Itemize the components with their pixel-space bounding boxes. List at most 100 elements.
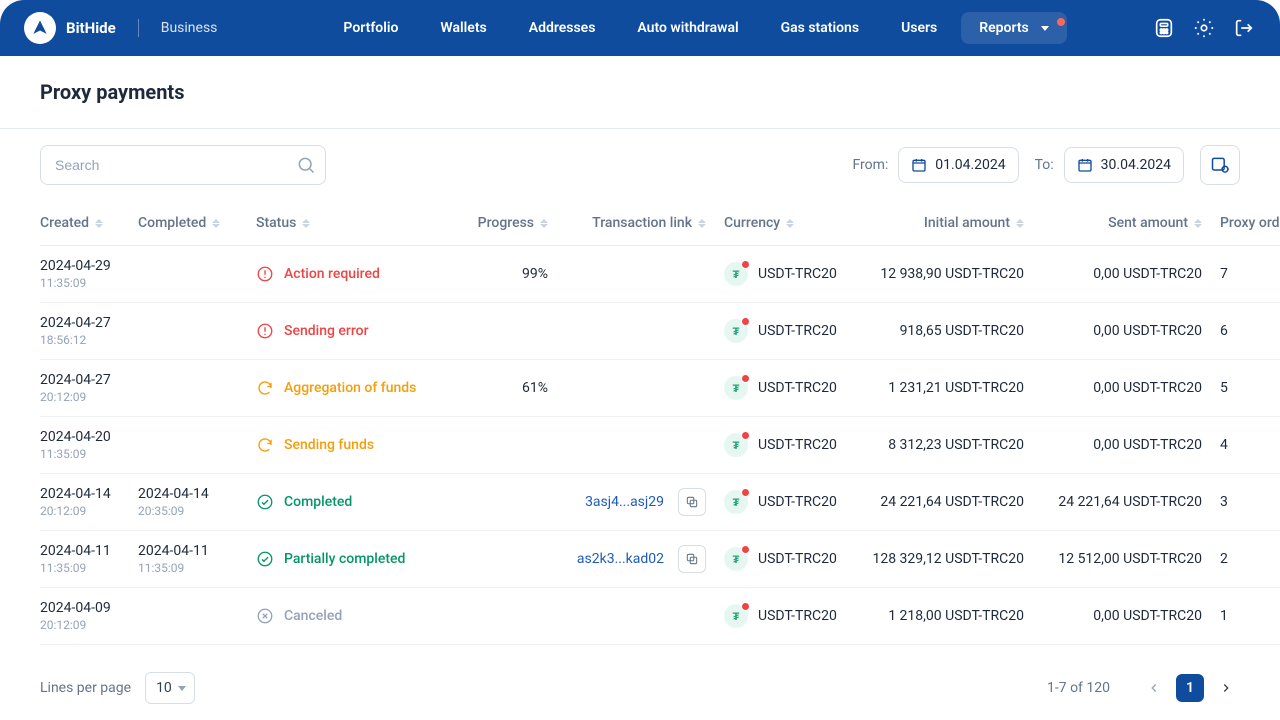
sent-amount: 0,00 USDT-TRC20 [1093, 266, 1202, 282]
status-icon [256, 550, 274, 568]
next-page-button[interactable] [1212, 674, 1240, 702]
nav-item-label: Portfolio [343, 20, 398, 36]
chevron-down-icon [178, 686, 186, 691]
copy-button[interactable] [678, 488, 706, 516]
col-currency[interactable]: Currency [724, 203, 870, 246]
currency-cell: ₮ USDT-TRC20 [724, 319, 862, 343]
nav-item-addresses[interactable]: Addresses [511, 12, 614, 44]
currency-cell: ₮ USDT-TRC20 [724, 433, 862, 457]
usdt-coin-icon: ₮ [724, 319, 748, 343]
table-row[interactable]: 2024-04-2011:35:09Sending funds₮USDT-TRC… [40, 417, 1280, 474]
settings-icon[interactable] [1192, 16, 1216, 40]
nav-item-portfolio[interactable]: Portfolio [325, 12, 416, 44]
proxy-order: 3 [1220, 494, 1228, 510]
date-to-value: 30.04.2024 [1101, 157, 1171, 173]
nav-item-gas-stations[interactable]: Gas stations [763, 12, 877, 44]
proxy-order: 7 [1220, 266, 1228, 282]
nav-item-wallets[interactable]: Wallets [422, 12, 504, 44]
progress-value: 61% [522, 380, 548, 396]
currency-cell: ₮USDT-TRC20 [724, 262, 862, 286]
search-field[interactable] [40, 145, 326, 185]
created-date: 2024-04-27 [40, 372, 130, 388]
lines-per-page-select[interactable]: 10 [145, 672, 195, 704]
date-from-field[interactable]: 01.04.2024 [898, 147, 1018, 183]
page-title: Proxy payments [40, 80, 1240, 104]
status-cell: Completed [256, 493, 434, 511]
usdt-coin-icon: ₮ [724, 547, 748, 571]
status-label: Canceled [284, 608, 342, 624]
sent-amount: 0,00 USDT-TRC20 [1093, 323, 1202, 339]
status-cell: Sending error [256, 322, 434, 340]
created-time: 11:35:09 [40, 276, 130, 290]
table-row[interactable]: 2024-04-1420:12:092024-04-1420:35:09Comp… [40, 474, 1280, 531]
initial-amount: 918,65 USDT-TRC20 [900, 323, 1024, 339]
transaction-link[interactable]: as2k3...kad02 [577, 551, 664, 567]
proxy-order: 6 [1220, 323, 1228, 339]
table-row[interactable]: 2024-04-0920:12:09Canceled₮USDT-TRC201 2… [40, 588, 1280, 645]
status-cell: Partially completed [256, 550, 434, 568]
nav-item-users[interactable]: Users [883, 12, 955, 44]
initial-amount: 1 231,21 USDT-TRC20 [888, 380, 1024, 396]
status-icon [256, 379, 274, 397]
nav-item-label: Auto withdrawal [637, 20, 738, 36]
created-date: 2024-04-14 [40, 486, 130, 502]
date-from-value: 01.04.2024 [935, 157, 1005, 173]
nav-item-label: Gas stations [781, 20, 859, 36]
col-proxy[interactable]: Proxy order [1220, 203, 1280, 246]
lines-per-page-label: Lines per page [40, 680, 131, 696]
status-icon [256, 322, 274, 340]
currency-label: USDT-TRC20 [758, 323, 837, 339]
calculator-icon[interactable] [1152, 16, 1176, 40]
table-row[interactable]: 2024-04-2911:35:09Action required99%₮USD… [40, 246, 1280, 303]
created-time: 11:35:09 [40, 561, 130, 575]
search-input[interactable] [40, 145, 326, 185]
table-settings-button[interactable] [1200, 145, 1240, 185]
created-date: 2024-04-29 [40, 258, 130, 274]
col-progress[interactable]: Progress [442, 203, 566, 246]
col-txlink[interactable]: Transaction link [566, 203, 724, 246]
col-created[interactable]: Created [40, 203, 138, 246]
col-completed[interactable]: Completed [138, 203, 256, 246]
nav-item-auto-withdrawal[interactable]: Auto withdrawal [619, 12, 756, 44]
date-to-field[interactable]: 30.04.2024 [1064, 147, 1184, 183]
created-time: 18:56:12 [40, 333, 130, 347]
payments-table: Created Completed Status Progress Transa… [40, 203, 1280, 645]
prev-page-button[interactable] [1140, 674, 1168, 702]
main-nav: Portfolio WalletsAddresses Auto withdrawal… [325, 12, 1066, 44]
currency-label: USDT-TRC20 [758, 266, 837, 282]
usdt-coin-icon: ₮ [724, 490, 748, 514]
brand-name: BitHide [66, 19, 116, 37]
copy-button[interactable] [678, 545, 706, 573]
initial-amount: 1 218,00 USDT-TRC20 [888, 608, 1024, 624]
sent-amount: 0,00 USDT-TRC20 [1093, 380, 1202, 396]
initial-amount: 12 938,90 USDT-TRC20 [880, 266, 1024, 282]
currency-cell: ₮USDT-TRC20 [724, 490, 862, 514]
completed-date: 2024-04-14 [138, 486, 248, 502]
page-1-button[interactable]: 1 [1176, 674, 1204, 702]
chevron-down-icon [1041, 26, 1049, 31]
col-sent[interactable]: Sent amount [1042, 203, 1220, 246]
logout-icon[interactable] [1232, 16, 1256, 40]
usdt-coin-icon: ₮ [724, 433, 748, 457]
currency-cell: ₮USDT-TRC20 [724, 604, 862, 628]
transaction-link[interactable]: 3asj4...asj29 [585, 494, 664, 510]
brand[interactable]: BitHide Business [24, 12, 217, 44]
initial-amount: 24 221,64 USDT-TRC20 [880, 494, 1024, 510]
currency-label: USDT-TRC20 [758, 551, 837, 567]
proxy-order: 4 [1220, 437, 1228, 453]
col-initial[interactable]: Initial amount [870, 203, 1042, 246]
table-row[interactable]: 2024-04-2720:12:09Aggregation of funds61… [40, 360, 1280, 417]
table-row[interactable]: 2024-04-2718:56:12Sending error₮USDT-TRC… [40, 303, 1280, 360]
from-label: From: [852, 157, 888, 173]
to-label: To: [1035, 157, 1054, 173]
nav-item-reports[interactable]: Reports [961, 12, 1067, 44]
usdt-coin-icon: ₮ [724, 376, 748, 400]
col-status[interactable]: Status [256, 203, 442, 246]
completed-time: 11:35:09 [138, 561, 248, 575]
table-row[interactable]: 2024-04-1111:35:092024-04-1111:35:09Part… [40, 531, 1280, 588]
currency-label: USDT-TRC20 [758, 437, 837, 453]
proxy-order: 5 [1220, 380, 1228, 396]
proxy-order: 2 [1220, 551, 1228, 567]
initial-amount: 8 312,23 USDT-TRC20 [888, 437, 1024, 453]
progress-value: 99% [522, 266, 548, 282]
